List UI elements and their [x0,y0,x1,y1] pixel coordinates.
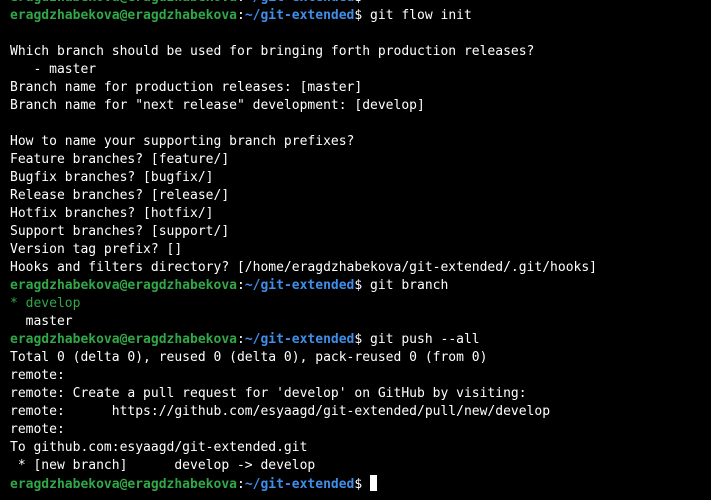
branch-other: master [10,314,73,329]
branch-current: * develop [10,296,81,311]
prompt-path: ~/git-extended [244,332,355,347]
prompt-symbol: $ [354,477,363,492]
prompt-line-branch: eragdzhabekova@eragdzhabekova:~/git-exte… [10,277,711,295]
output-line: Which branch should be used for bringing… [10,44,535,59]
output-line: * [new branch] develop -> develop [10,458,316,473]
terminal-window[interactable]: eragdzhabekova@eragdzhabekova:~/git-exte… [0,0,711,500]
output-line: Total 0 (delta 0), reused 0 (delta 0), p… [10,350,488,365]
output-line: Feature branches? [feature/] [10,152,230,167]
output-line: remote: Create a pull request for 'devel… [10,386,527,401]
prompt-line-top: eragdzhabekova@eragdzhabekova:~/git-exte… [10,0,711,7]
prompt-user-host: eragdzhabekova@eragdzhabekova [10,278,237,293]
prompt-user-host: eragdzhabekova@eragdzhabekova [10,477,237,492]
output-line: Bugfix branches? [bugfix/] [10,170,214,185]
output-line: To github.com:esyaagd/git-extended.git [10,440,308,455]
prompt-user-host: eragdzhabekova@eragdzhabekova [10,8,237,23]
output-line: Version tag prefix? [] [10,242,183,257]
prompt-symbol: $ [354,0,362,5]
output-line: remote: [10,422,73,437]
prompt-user-host: eragdzhabekova@eragdzhabekova [10,332,237,347]
prompt-line-flow-init: eragdzhabekova@eragdzhabekova:~/git-exte… [10,7,711,25]
prompt-path: ~/git-extended [244,278,355,293]
output-line: remote: https://github.com/esyaagd/git-e… [10,404,551,419]
prompt-separator: : [236,8,245,23]
prompt-symbol: $ [354,8,363,23]
prompt-line-active[interactable]: eragdzhabekova@eragdzhabekova:~/git-exte… [10,475,711,493]
output-line: Branch name for production releases: [ma… [10,80,363,95]
output-line: Release branches? [release/] [10,188,230,203]
output-line: How to name your supporting branch prefi… [10,134,355,149]
prompt-separator: : [236,278,245,293]
output-line: Support branches? [support/] [10,224,230,239]
prompt-separator: : [236,477,245,492]
text-cursor[interactable] [370,475,378,491]
command-text: git push --all [370,332,480,347]
output-line: - master [10,62,97,77]
output-line: Hotfix branches? [hotfix/] [10,206,214,221]
output-line: Branch name for "next release" developme… [10,98,425,113]
prompt-separator: : [236,332,245,347]
prompt-symbol: $ [354,332,363,347]
command-text: git flow init [370,8,472,23]
terminal-output: eragdzhabekova@eragdzhabekova:~/git-exte… [10,0,711,493]
prompt-path: ~/git-extended [245,0,355,5]
prompt-user-host: eragdzhabekova@eragdzhabekova [10,0,237,5]
output-line: Hooks and filters directory? [/home/erag… [10,260,597,275]
prompt-separator: : [237,0,245,5]
command-text: git branch [370,278,449,293]
prompt-path: ~/git-extended [244,8,355,23]
prompt-path: ~/git-extended [244,477,355,492]
prompt-symbol: $ [354,278,363,293]
output-line: remote: [10,368,73,383]
prompt-line-push: eragdzhabekova@eragdzhabekova:~/git-exte… [10,331,711,349]
